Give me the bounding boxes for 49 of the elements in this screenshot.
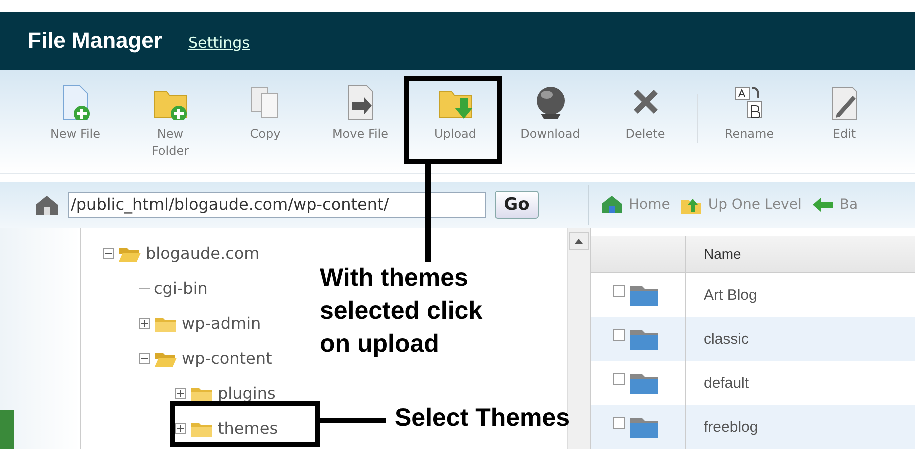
expand-toggle[interactable] <box>175 388 186 399</box>
image-fragment <box>0 410 14 449</box>
folder-icon <box>629 415 659 439</box>
toolbar-button[interactable]: Edit <box>797 70 892 173</box>
tree-item[interactable]: themes <box>218 419 278 438</box>
checkbox[interactable] <box>613 373 625 385</box>
folder-icon <box>629 371 659 395</box>
folder-icon <box>629 283 659 307</box>
toolbar-button[interactable]: Rename <box>702 70 797 173</box>
toolbar-button[interactable]: Upload <box>408 70 503 173</box>
tree-item[interactable]: blogaude.com <box>146 244 260 263</box>
settings-link[interactable]: Settings <box>188 34 250 52</box>
plus-icon <box>177 425 184 432</box>
checkbox[interactable] <box>613 329 625 341</box>
tree-item[interactable]: wp-admin <box>182 314 262 333</box>
annotation-text: Select Themes <box>395 403 570 434</box>
minus-icon <box>105 250 112 257</box>
house-icon <box>601 194 623 216</box>
column-header[interactable]: Name <box>686 236 742 272</box>
go-button[interactable]: Go <box>495 191 539 219</box>
expand-toggle[interactable] <box>139 318 150 329</box>
path-field[interactable]: /public_html/blogaude.com/wp-content/ <box>68 192 486 218</box>
toolbar-button[interactable]: Move File <box>313 70 408 173</box>
collapse-toggle[interactable] <box>103 248 114 259</box>
collapse-toggle[interactable] <box>139 353 150 364</box>
annotation-text: With themes selected click on upload <box>320 263 483 360</box>
minus-icon <box>141 355 148 362</box>
scroll-up-button[interactable] <box>569 232 589 250</box>
folder-icon <box>629 327 659 351</box>
file-name[interactable]: classic <box>686 317 750 361</box>
file-name[interactable]: default <box>686 361 750 405</box>
scroll-bar[interactable] <box>567 228 590 449</box>
house-icon <box>34 194 60 216</box>
toolbar-button[interactable]: Download <box>503 70 598 173</box>
expand-toggle[interactable] <box>175 423 186 434</box>
checkbox[interactable] <box>613 285 625 297</box>
caret-icon <box>575 238 583 244</box>
tree-item[interactable]: plugins <box>218 384 276 403</box>
toolbar-button[interactable]: New Folder <box>123 70 218 173</box>
plus-icon <box>141 320 148 327</box>
toolbar-button[interactable]: Copy <box>218 70 313 173</box>
toolbar-button[interactable]: Delete <box>598 70 693 173</box>
checkbox[interactable] <box>613 417 625 429</box>
file-name[interactable]: Art Blog <box>686 273 758 317</box>
tree-item[interactable]: cgi-bin <box>154 279 208 298</box>
tree-item[interactable]: wp-content <box>182 349 272 368</box>
plus-icon <box>177 390 184 397</box>
toolbar-button[interactable]: New File <box>28 70 123 173</box>
app-title: File Manager <box>28 28 162 54</box>
